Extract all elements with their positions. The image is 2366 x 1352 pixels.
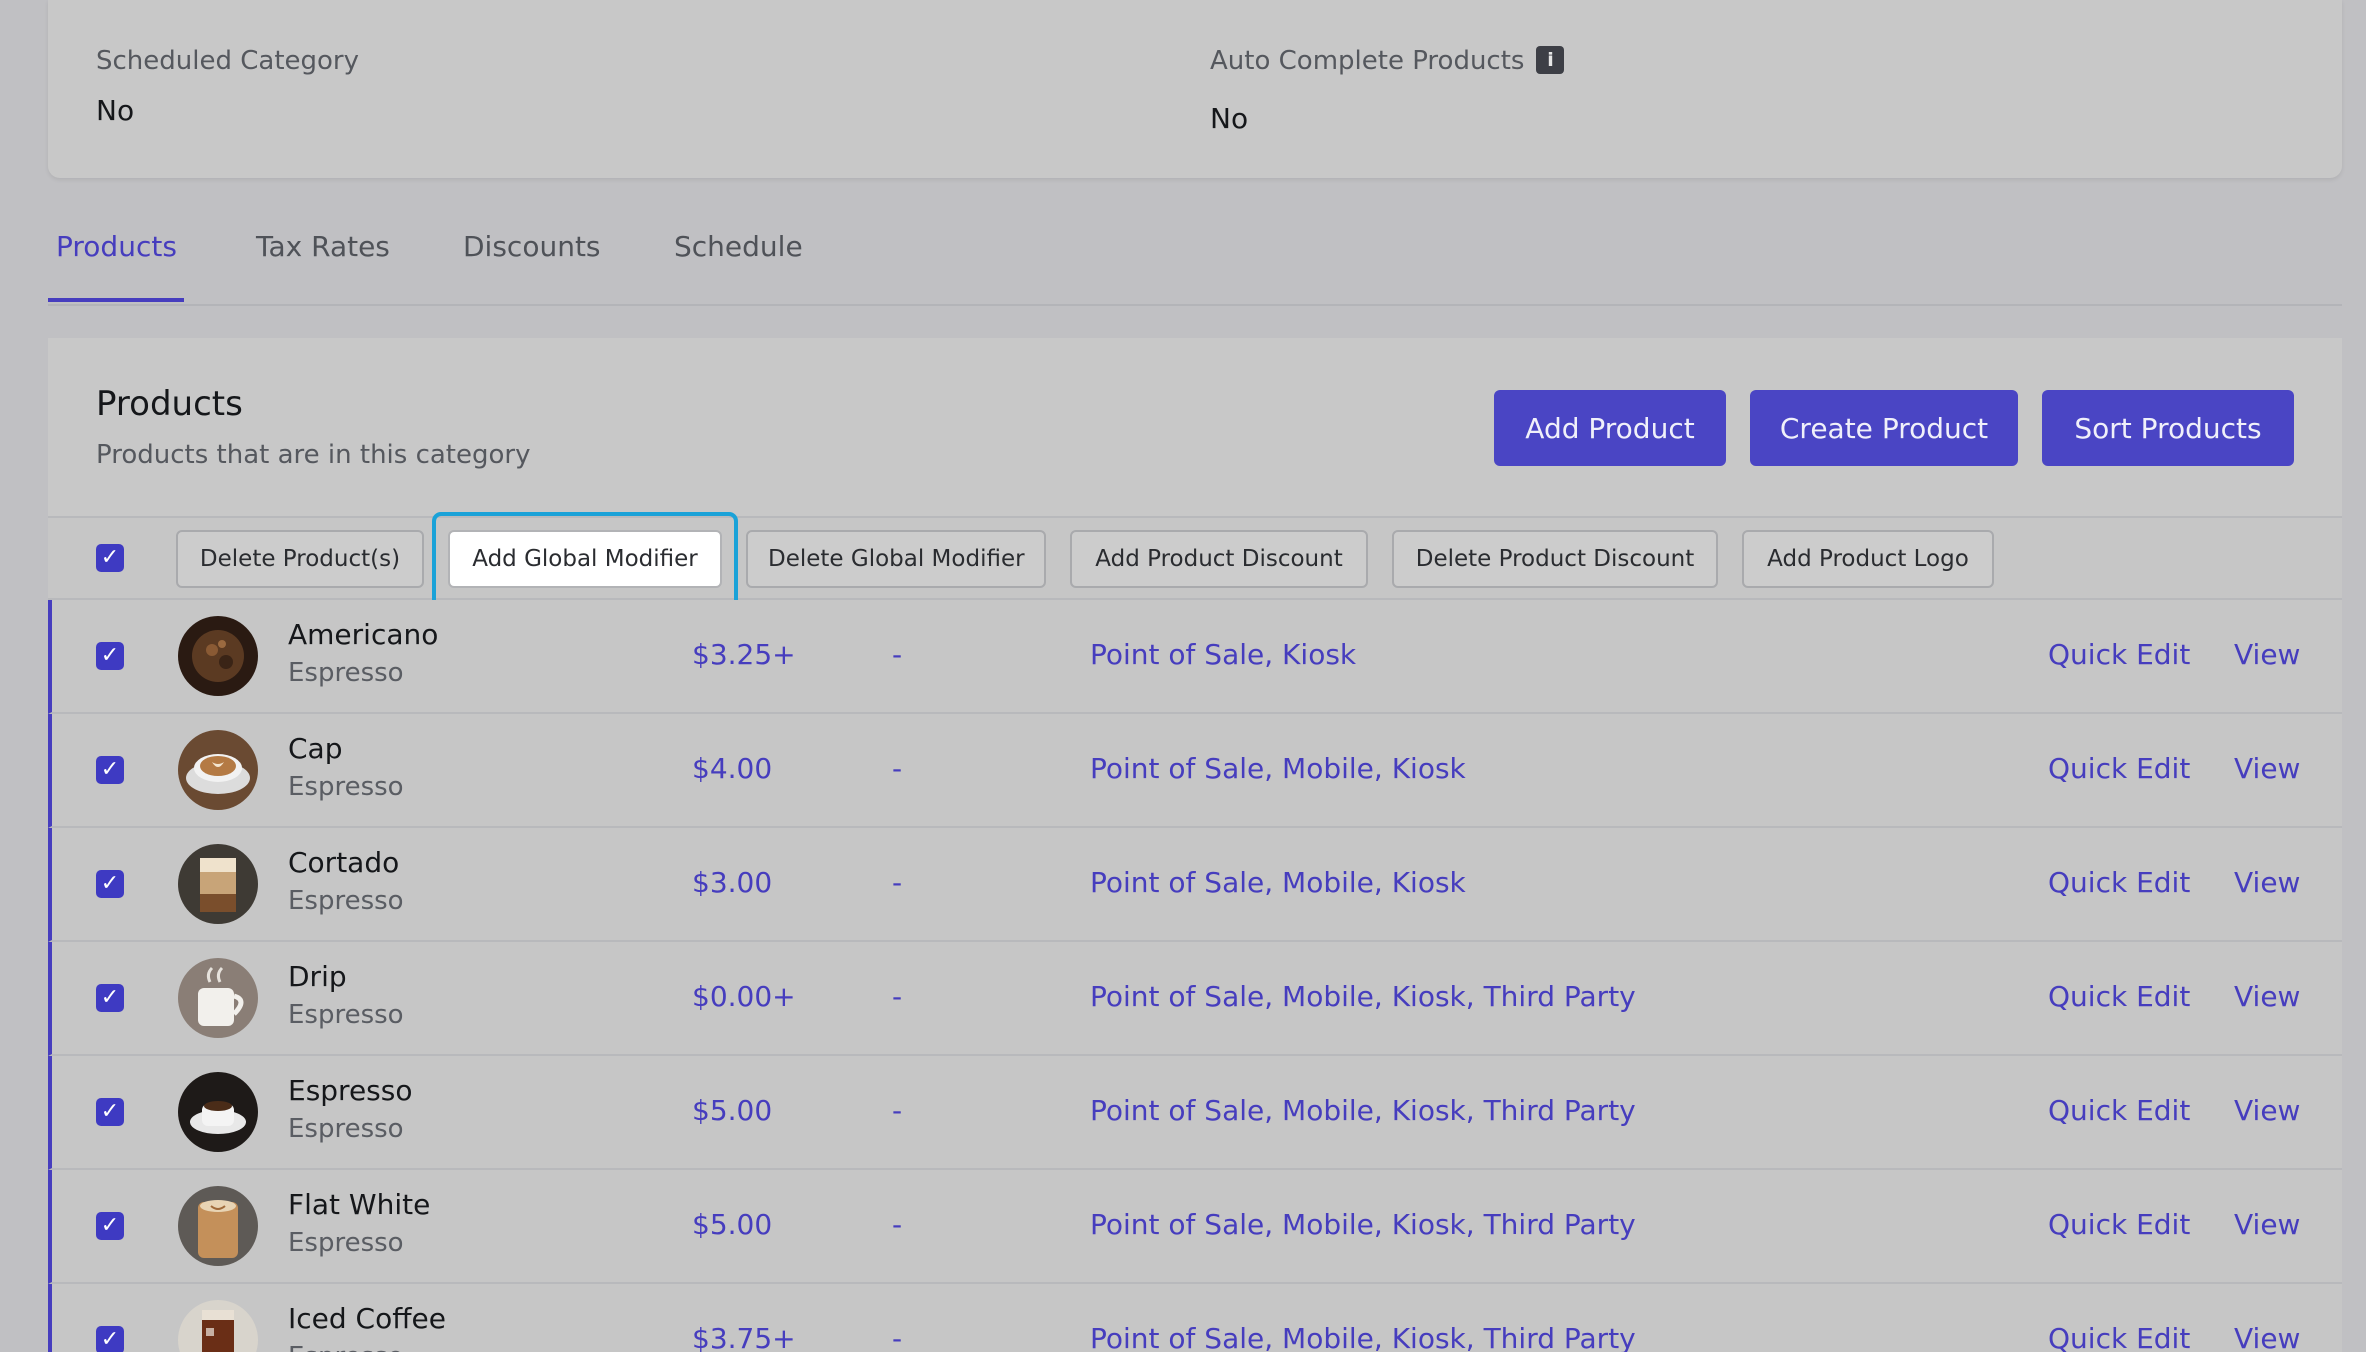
products-card: Products Products that are in this categ… <box>48 338 2342 1352</box>
table-row: ✓ Cortado Espresso $3.00 - Point of Sale… <box>48 828 2342 942</box>
row-checkbox[interactable]: ✓ <box>96 1326 124 1352</box>
row-checkbox[interactable]: ✓ <box>96 1098 124 1126</box>
view-link[interactable]: View <box>2234 752 2300 785</box>
quick-edit-link[interactable]: Quick Edit <box>2048 638 2190 671</box>
table-row: ✓ Flat White Espresso $5.00 - Point of S… <box>48 1170 2342 1284</box>
row-checkbox[interactable]: ✓ <box>96 642 124 670</box>
product-thumbnail <box>178 730 258 810</box>
product-channels: Point of Sale, Mobile, Kiosk <box>1090 752 1466 785</box>
product-category: Espresso <box>288 1114 404 1144</box>
category-tabs: Products Tax Rates Discounts Schedule <box>48 220 2342 306</box>
product-price: $3.75+ <box>692 1322 796 1352</box>
delete-product-discount-button[interactable]: Delete Product Discount <box>1392 530 1718 588</box>
create-product-button[interactable]: Create Product <box>1750 390 2018 466</box>
product-thumbnail <box>178 1186 258 1266</box>
row-checkbox[interactable]: ✓ <box>96 1212 124 1240</box>
product-channels: Point of Sale, Mobile, Kiosk, Third Part… <box>1090 1322 1636 1352</box>
auto-complete-label-wrap: Auto Complete Products i <box>1210 45 1565 76</box>
row-checkbox[interactable]: ✓ <box>96 756 124 784</box>
product-name: Cap <box>288 732 343 765</box>
product-name: Americano <box>288 618 439 651</box>
add-product-button[interactable]: Add Product <box>1494 390 1726 466</box>
products-title: Products <box>96 384 243 424</box>
table-row: ✓ Cap Espresso $4.00 - Point of Sale, Mo… <box>48 714 2342 828</box>
add-product-logo-button[interactable]: Add Product Logo <box>1742 530 1994 588</box>
auto-complete-value: No <box>1210 102 1249 135</box>
quick-edit-link[interactable]: Quick Edit <box>2048 866 2190 899</box>
product-thumbnail <box>178 958 258 1038</box>
row-checkbox[interactable]: ✓ <box>96 870 124 898</box>
tab-tax-rates[interactable]: Tax Rates <box>256 230 390 263</box>
bulk-action-bar: ✓ Delete Product(s) Add Global Modifier … <box>48 512 2342 610</box>
product-category: Espresso <box>288 886 404 916</box>
product-name: Cortado <box>288 846 400 879</box>
product-discount: - <box>892 1094 903 1127</box>
quick-edit-link[interactable]: Quick Edit <box>2048 1094 2190 1127</box>
product-discount: - <box>892 752 903 785</box>
info-icon[interactable]: i <box>1536 45 1565 74</box>
product-discount: - <box>892 866 903 899</box>
quick-edit-link[interactable]: Quick Edit <box>2048 980 2190 1013</box>
product-category: Espresso <box>288 772 404 802</box>
product-price: $3.00 <box>692 866 773 899</box>
tab-discounts[interactable]: Discounts <box>463 230 601 263</box>
product-channels: Point of Sale, Mobile, Kiosk, Third Part… <box>1090 980 1636 1013</box>
view-link[interactable]: View <box>2234 1208 2300 1241</box>
select-all-checkbox[interactable]: ✓ <box>96 544 124 572</box>
active-tab-indicator <box>48 298 184 302</box>
delete-products-button[interactable]: Delete Product(s) <box>176 530 424 588</box>
product-discount: - <box>892 638 903 671</box>
tab-products[interactable]: Products <box>56 230 177 263</box>
product-name: Espresso <box>288 1074 413 1107</box>
quick-edit-link[interactable]: Quick Edit <box>2048 1208 2190 1241</box>
product-thumbnail <box>178 616 258 696</box>
product-category: Espresso <box>288 1000 404 1030</box>
quick-edit-link[interactable]: Quick Edit <box>2048 1322 2190 1352</box>
add-product-discount-button[interactable]: Add Product Discount <box>1070 530 1368 588</box>
product-channels: Point of Sale, Mobile, Kiosk <box>1090 866 1466 899</box>
view-link[interactable]: View <box>2234 1094 2300 1127</box>
table-row: ✓ Drip Espresso $0.00+ - Point of Sale, … <box>48 942 2342 1056</box>
product-price: $5.00 <box>692 1094 773 1127</box>
view-link[interactable]: View <box>2234 1322 2300 1352</box>
table-row: ✓ Americano Espresso $3.25+ - Point of S… <box>48 600 2342 714</box>
product-name: Drip <box>288 960 347 993</box>
view-link[interactable]: View <box>2234 980 2300 1013</box>
tab-schedule[interactable]: Schedule <box>674 230 803 263</box>
product-price: $4.00 <box>692 752 773 785</box>
add-global-modifier-button[interactable]: Add Global Modifier <box>448 530 722 588</box>
product-price: $3.25+ <box>692 638 796 671</box>
scheduled-category-label: Scheduled Category <box>96 46 360 76</box>
table-row: ✓ Espresso Espresso $5.00 - Point of Sal… <box>48 1056 2342 1170</box>
product-thumbnail <box>178 844 258 924</box>
view-link[interactable]: View <box>2234 866 2300 899</box>
product-discount: - <box>892 1208 903 1241</box>
product-category: Espresso <box>288 1342 404 1352</box>
category-details-card: Scheduled Category No Auto Complete Prod… <box>48 0 2342 178</box>
product-category: Espresso <box>288 658 404 688</box>
delete-global-modifier-button[interactable]: Delete Global Modifier <box>746 530 1046 588</box>
product-thumbnail <box>178 1072 258 1152</box>
product-price: $0.00+ <box>692 980 796 1013</box>
row-checkbox[interactable]: ✓ <box>96 984 124 1012</box>
products-subtitle: Products that are in this category <box>96 440 531 470</box>
product-discount: - <box>892 980 903 1013</box>
quick-edit-link[interactable]: Quick Edit <box>2048 752 2190 785</box>
product-name: Iced Coffee <box>288 1302 446 1335</box>
view-link[interactable]: View <box>2234 638 2300 671</box>
product-channels: Point of Sale, Kiosk <box>1090 638 1357 671</box>
product-discount: - <box>892 1322 903 1352</box>
table-row: ✓ Iced Coffee Espresso $3.75+ - Point of… <box>48 1284 2342 1352</box>
auto-complete-label: Auto Complete Products <box>1210 46 1525 76</box>
product-thumbnail <box>178 1300 258 1352</box>
product-channels: Point of Sale, Mobile, Kiosk, Third Part… <box>1090 1094 1636 1127</box>
scheduled-category-value: No <box>96 94 135 127</box>
product-price: $5.00 <box>692 1208 773 1241</box>
sort-products-button[interactable]: Sort Products <box>2042 390 2294 466</box>
product-name: Flat White <box>288 1188 431 1221</box>
product-channels: Point of Sale, Mobile, Kiosk, Third Part… <box>1090 1208 1636 1241</box>
product-category: Espresso <box>288 1228 404 1258</box>
